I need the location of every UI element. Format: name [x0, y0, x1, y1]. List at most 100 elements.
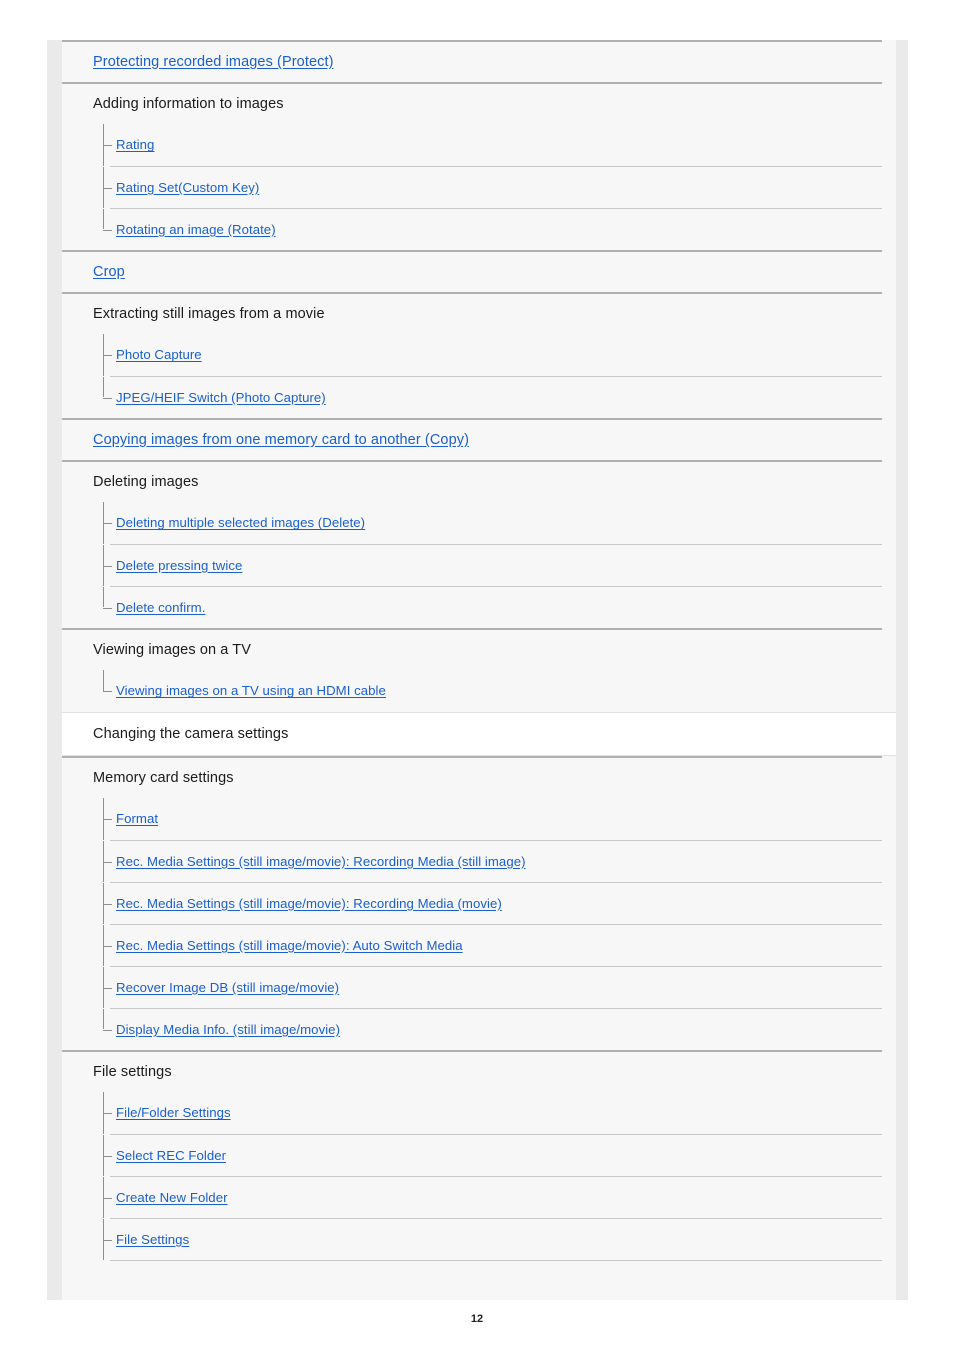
tree-elbow-connector	[103, 691, 112, 692]
toc-subitem-recover-image-db-still-image-movie[interactable]: Recover Image DB (still image/movie)	[62, 966, 896, 1008]
rule-left-mask	[62, 376, 110, 377]
toc-subitem-delete-confirm[interactable]: Delete confirm.	[62, 586, 896, 628]
toc-subitem-create-new-folder[interactable]: Create New Folder	[62, 1176, 896, 1218]
rule-left-mask	[62, 166, 110, 167]
toc-subitem-photo-capture[interactable]: Photo Capture	[62, 333, 896, 376]
toc-subitem-rec-media-settings-still-image-movie-recording-m[interactable]: Rec. Media Settings (still image/movie):…	[62, 882, 896, 924]
rule-edge-mask	[882, 840, 896, 841]
tree-elbow-connector	[103, 1113, 112, 1114]
rule-edge-mask	[882, 924, 896, 925]
rule-left-mask	[62, 840, 110, 841]
toc-subitem-label[interactable]: Rating	[116, 138, 154, 151]
rule-left-mask	[62, 586, 110, 587]
rule-left-mask	[62, 1218, 110, 1219]
rule-edge-mask	[882, 966, 896, 967]
toc-link-label[interactable]: Copying images from one memory card to a…	[93, 433, 469, 448]
toc-subitem-file-folder-settings[interactable]: File/Folder Settings	[62, 1091, 896, 1134]
document-page: Protecting recorded images (Protect) Addi…	[0, 0, 954, 1350]
toc-group-label: File settings	[93, 1063, 172, 1080]
toc-subitem-label[interactable]: File/Folder Settings	[116, 1106, 231, 1119]
rule-edge-mask	[882, 208, 896, 209]
toc-link-protecting-recorded-images-protect[interactable]: Protecting recorded images (Protect)	[62, 40, 896, 82]
rule-edge-mask	[882, 756, 896, 758]
toc-subitem-label[interactable]: Delete confirm.	[116, 601, 205, 614]
toc-subitem-label[interactable]: Format	[116, 812, 158, 825]
rule-edge-mask	[882, 166, 896, 167]
toc-section-changing-the-camera-settings: Changing the camera settings	[62, 712, 896, 756]
toc-subitem-label[interactable]: Rec. Media Settings (still image/movie):…	[116, 939, 463, 952]
toc-subitem-label[interactable]: File Settings	[116, 1233, 189, 1246]
toc-subitem-rec-media-settings-still-image-movie-recording-m[interactable]: Rec. Media Settings (still image/movie):…	[62, 840, 896, 882]
tree-elbow-connector	[103, 355, 112, 356]
rule-edge-mask	[882, 586, 896, 587]
toc-subitem-label[interactable]: Rotating an image (Rotate)	[116, 223, 276, 236]
toc-subitem-delete-pressing-twice[interactable]: Delete pressing twice	[62, 544, 896, 586]
rule-edge-mask	[882, 1050, 896, 1052]
tree-elbow-connector	[103, 145, 112, 146]
toc-group-viewing-images-on-a-tv: Viewing images on a TV	[62, 628, 896, 670]
toc-subitem-label[interactable]: Rec. Media Settings (still image/movie):…	[116, 897, 502, 910]
toc-subitem-display-media-info-still-image-movie[interactable]: Display Media Info. (still image/movie)	[62, 1008, 896, 1050]
toc-group-adding-information-to-images: Adding information to images	[62, 82, 896, 124]
toc-children-group: Photo Capture JPEG/HEIF Switch (Photo Cap…	[62, 333, 896, 418]
rule-left-mask	[62, 882, 110, 883]
rule-edge-mask	[882, 501, 896, 502]
toc-subitem-format[interactable]: Format	[62, 797, 896, 840]
toc-subitem-rating[interactable]: Rating	[62, 123, 896, 166]
toc-subitem-label[interactable]: Select REC Folder	[116, 1149, 226, 1162]
rule-edge-mask	[882, 669, 896, 670]
toc-subitem-viewing-images-on-a-tv-using-an-hdmi-cable[interactable]: Viewing images on a TV using an HDMI cab…	[62, 669, 896, 712]
toc-subitem-label[interactable]: Recover Image DB (still image/movie)	[116, 981, 339, 994]
toc-group-memory-card-settings: Memory card settings	[62, 756, 896, 798]
rule-edge-mask	[882, 1008, 896, 1009]
toc-group-extracting-still-images-from-a-movie: Extracting still images from a movie	[62, 292, 896, 334]
toc-subitem-label[interactable]: JPEG/HEIF Switch (Photo Capture)	[116, 391, 326, 404]
toc-subitem-label[interactable]: Rating Set(Custom Key)	[116, 181, 259, 194]
rule-left-mask	[62, 208, 110, 209]
toc-group-label: Viewing images on a TV	[93, 641, 252, 658]
toc-subitem-rotating-an-image-rotate[interactable]: Rotating an image (Rotate)	[62, 208, 896, 250]
toc-children-group: Rating Rating Set(Custom Key) Rotating an …	[62, 123, 896, 250]
tree-elbow-connector	[103, 945, 112, 947]
toc-subitem-label[interactable]: Delete pressing twice	[116, 559, 242, 572]
rule-edge-mask	[882, 544, 896, 545]
toc-link-label[interactable]: Protecting recorded images (Protect)	[93, 55, 334, 70]
toc-subitem-label[interactable]: Rec. Media Settings (still image/movie):…	[116, 855, 526, 868]
rule-edge-mask	[882, 628, 896, 630]
toc-group-label: Memory card settings	[93, 769, 234, 786]
rule-edge-mask	[882, 418, 896, 420]
toc-subitem-file-settings[interactable]: File Settings	[62, 1218, 896, 1260]
rule-left-mask	[62, 924, 110, 925]
rule-edge-mask	[882, 123, 896, 124]
toc-children-group: File/Folder Settings Select REC Folder Cre…	[62, 1091, 896, 1261]
toc-subitem-label[interactable]: Photo Capture	[116, 348, 202, 361]
toc-subitem-label[interactable]: Deleting multiple selected images (Delet…	[116, 516, 365, 529]
toc-subitem-rec-media-settings-still-image-movie-auto-switch[interactable]: Rec. Media Settings (still image/movie):…	[62, 924, 896, 966]
toc-children-group: Deleting multiple selected images (Delet…	[62, 501, 896, 628]
rule-edge-mask	[882, 882, 896, 883]
toc-subitem-label[interactable]: Create New Folder	[116, 1191, 228, 1204]
rule-left-mask	[62, 1176, 110, 1177]
toc-group-label: Extracting still images from a movie	[93, 305, 325, 322]
toc-subitem-jpeg-heif-switch-photo-capture[interactable]: JPEG/HEIF Switch (Photo Capture)	[62, 376, 896, 418]
rule-edge-mask	[882, 1176, 896, 1177]
toc-trailing-separator	[110, 1260, 882, 1261]
tree-elbow-connector	[103, 861, 112, 863]
toc-subitem-deleting-multiple-selected-images-delete[interactable]: Deleting multiple selected images (Delet…	[62, 501, 896, 544]
toc-subitem-label[interactable]: Display Media Info. (still image/movie)	[116, 1023, 340, 1036]
rule-left-mask	[62, 1134, 110, 1135]
toc-subitem-label[interactable]: Viewing images on a TV using an HDMI cab…	[116, 684, 386, 697]
toc-content-card: Protecting recorded images (Protect) Addi…	[62, 40, 896, 1300]
rule-edge-mask	[882, 460, 896, 462]
rule-left-mask	[62, 966, 110, 967]
tree-elbow-connector	[103, 229, 112, 231]
tree-elbow-connector	[103, 987, 112, 989]
rule-edge-mask	[882, 82, 896, 84]
toc-link-copying-images-from-one-memory-card-to-another-c[interactable]: Copying images from one memory card to a…	[62, 418, 896, 460]
rule-left-mask	[62, 1008, 110, 1009]
toc-link-label[interactable]: Crop	[93, 265, 125, 280]
toc-link-crop[interactable]: Crop	[62, 250, 896, 292]
tree-elbow-connector	[103, 607, 112, 609]
toc-subitem-select-rec-folder[interactable]: Select REC Folder	[62, 1134, 896, 1176]
toc-subitem-rating-set-custom-key[interactable]: Rating Set(Custom Key)	[62, 166, 896, 208]
